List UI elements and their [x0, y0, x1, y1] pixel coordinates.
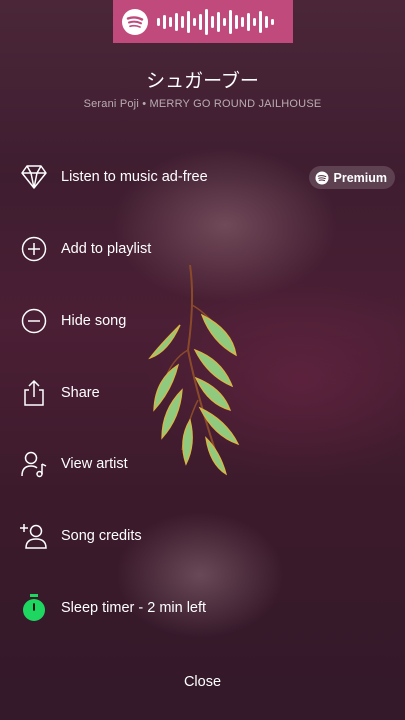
song-title: シュガーブー — [146, 70, 259, 92]
menu-label-add-to-playlist: Add to playlist — [61, 241, 152, 257]
spotify-logo-icon — [122, 8, 148, 35]
menu-item-sleep-timer[interactable]: Sleep timer - 2 min left — [18, 588, 398, 628]
minus-circle-icon — [18, 305, 50, 337]
menu-item-share[interactable]: Share — [18, 373, 398, 413]
premium-badge[interactable]: Premium — [308, 166, 395, 189]
close-button[interactable]: Close — [0, 674, 405, 690]
menu-item-add-to-playlist[interactable]: Add to playlist — [18, 229, 398, 269]
menu-label-share: Share — [61, 385, 100, 401]
menu-item-song-credits[interactable]: Song credits — [18, 516, 398, 556]
menu-label-view-artist: View artist — [61, 456, 128, 472]
song-subtitle: Serani Poji • MERRY GO ROUND JAILHOUSE — [83, 98, 322, 110]
menu-item-view-artist[interactable]: View artist — [18, 444, 398, 484]
spotify-code-banner[interactable] — [113, 0, 293, 43]
spotify-code-bars — [157, 7, 274, 37]
menu-label-sleep-timer: Sleep timer - 2 min left — [61, 600, 207, 616]
menu-label-ad-free: Listen to music ad-free — [61, 169, 208, 185]
artist-icon — [18, 448, 50, 480]
menu-label-song-credits: Song credits — [61, 528, 142, 544]
add-person-icon — [18, 520, 50, 552]
share-icon — [18, 377, 50, 409]
menu-label-hide-song: Hide song — [61, 313, 127, 329]
timer-icon — [18, 592, 50, 624]
premium-label: Premium — [333, 170, 388, 185]
menu-item-hide-song[interactable]: Hide song — [18, 301, 398, 341]
diamond-icon — [18, 161, 50, 193]
spotify-small-icon — [315, 171, 328, 184]
plus-circle-icon — [18, 233, 50, 265]
